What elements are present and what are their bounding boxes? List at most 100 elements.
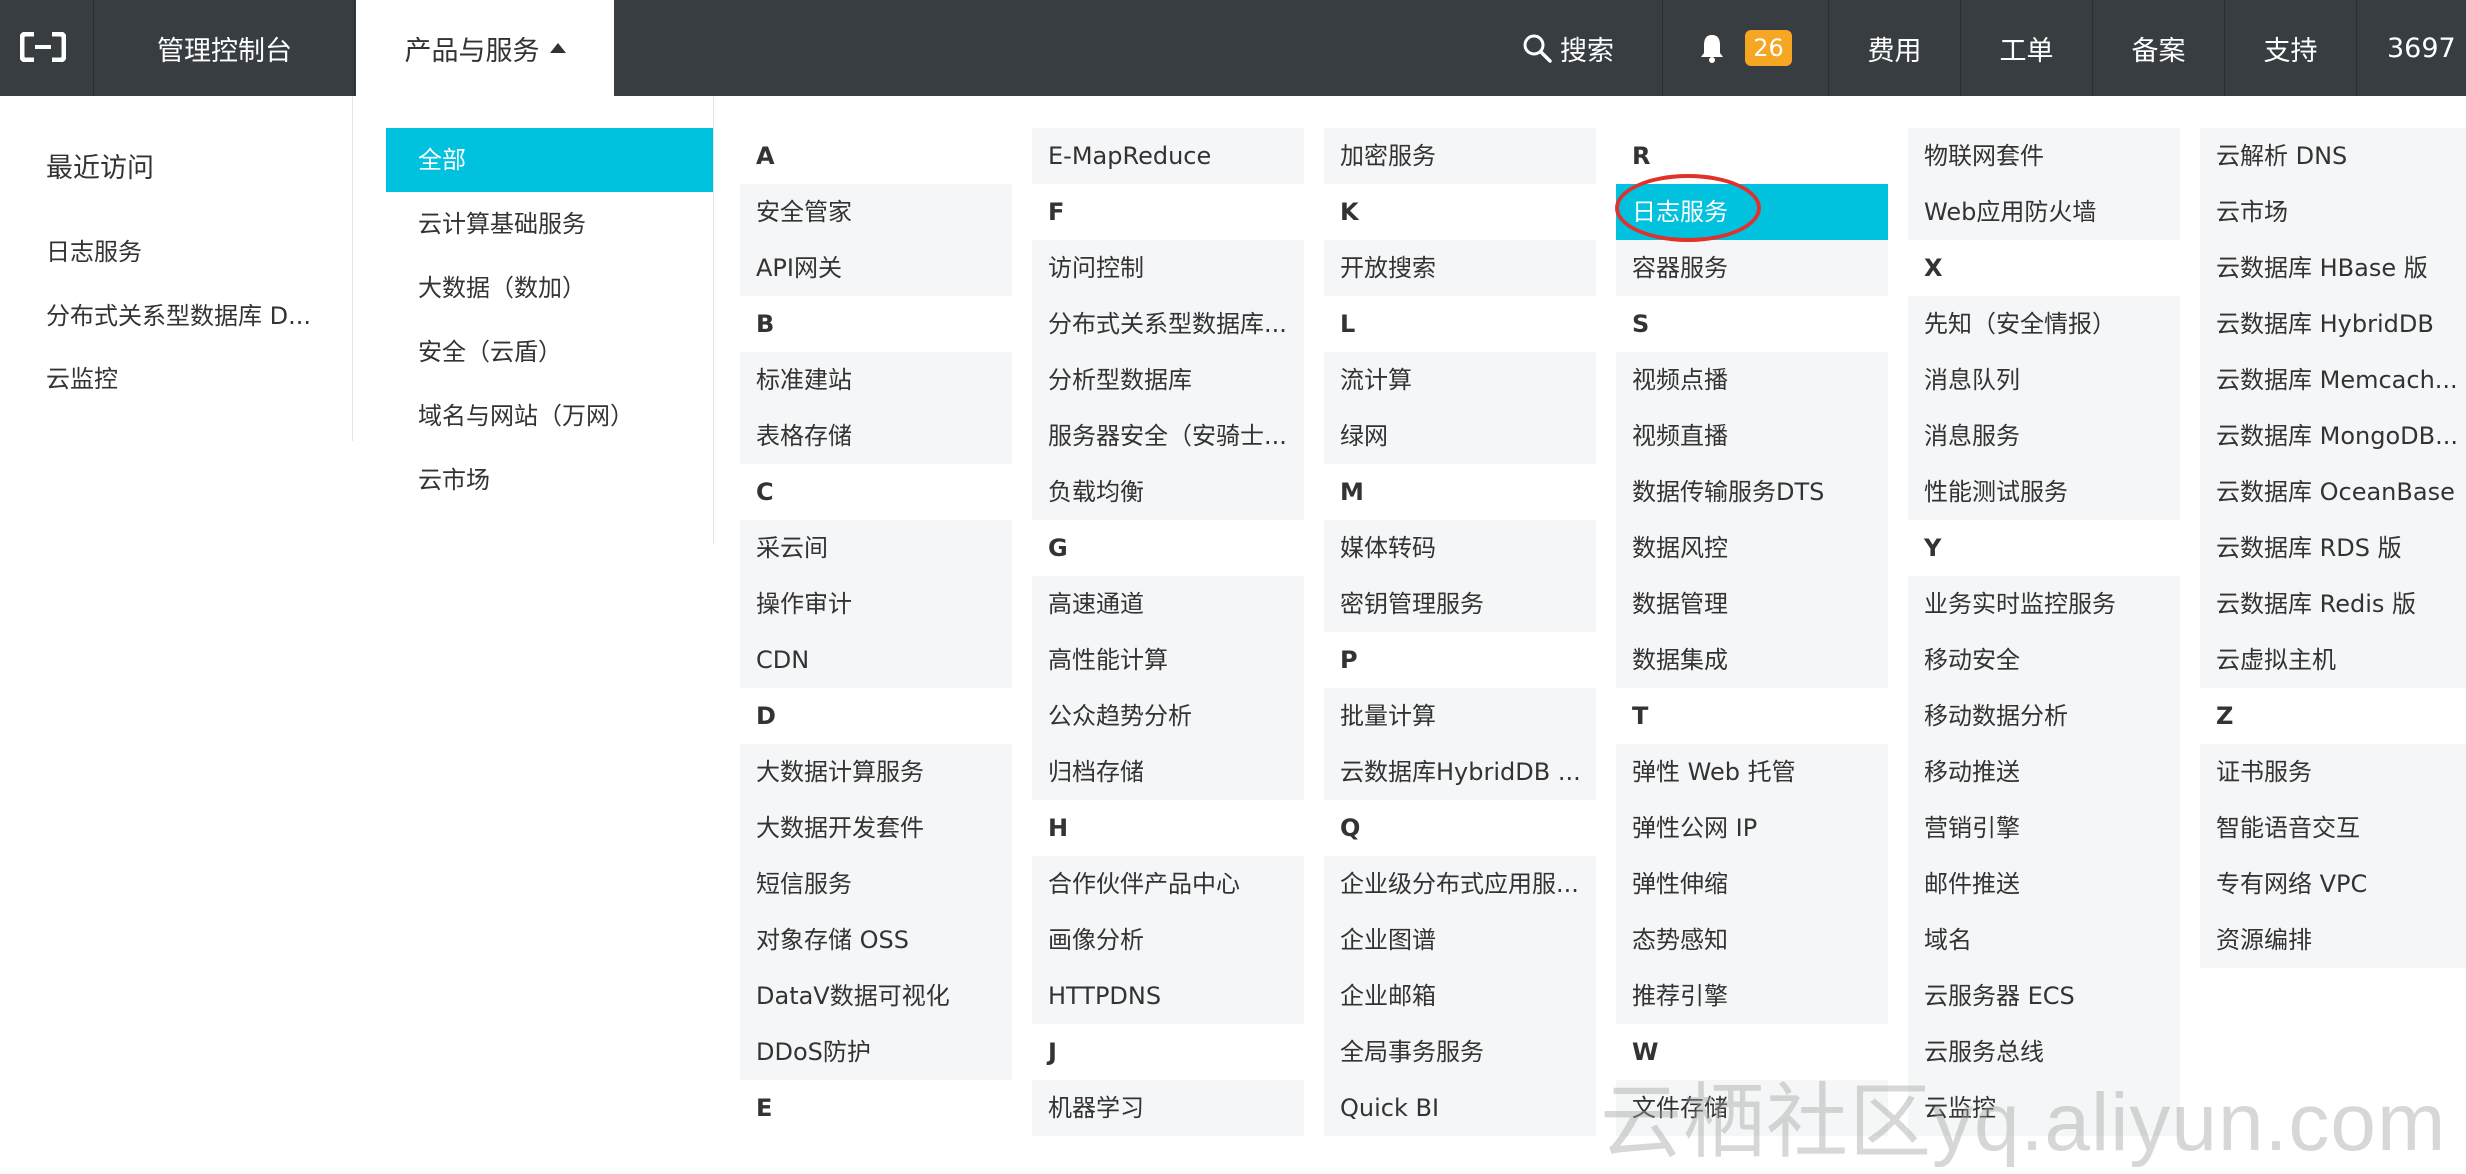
category-big-data[interactable]: 大数据（数加）: [386, 256, 713, 320]
product-item[interactable]: 证书服务: [2200, 744, 2466, 800]
product-item[interactable]: 密钥管理服务: [1324, 576, 1596, 632]
product-item[interactable]: 数据管理: [1616, 576, 1888, 632]
product-item[interactable]: 全局事务服务: [1324, 1024, 1596, 1080]
product-item[interactable]: DataV数据可视化: [740, 968, 1012, 1024]
search-button[interactable]: 搜索: [1500, 0, 1662, 96]
record-nav-item[interactable]: 备案: [2092, 0, 2224, 96]
support-nav-item[interactable]: 支持: [2224, 0, 2356, 96]
product-item[interactable]: DDoS防护: [740, 1024, 1012, 1080]
product-item[interactable]: 画像分析: [1032, 912, 1304, 968]
product-item[interactable]: 专有网络 VPC: [2200, 856, 2466, 912]
product-item[interactable]: 云数据库 HBase 版: [2200, 240, 2466, 296]
product-item[interactable]: 智能语音交互: [2200, 800, 2466, 856]
product-item[interactable]: 合作伙伴产品中心: [1032, 856, 1304, 912]
product-item[interactable]: 云市场: [2200, 184, 2466, 240]
product-item[interactable]: 企业级分布式应用服...: [1324, 856, 1596, 912]
product-item[interactable]: 归档存储: [1032, 744, 1304, 800]
product-item[interactable]: HTTPDNS: [1032, 968, 1304, 1024]
product-item[interactable]: 弹性伸缩: [1616, 856, 1888, 912]
product-item[interactable]: 大数据计算服务: [740, 744, 1012, 800]
product-item[interactable]: 服务器安全（安骑士...: [1032, 408, 1304, 464]
user-account-menu[interactable]: 3697: [2356, 0, 2466, 96]
ticket-nav-item[interactable]: 工单: [1960, 0, 2092, 96]
product-item[interactable]: 推荐引擎: [1616, 968, 1888, 1024]
product-item[interactable]: 访问控制: [1032, 240, 1304, 296]
product-item[interactable]: 云服务器 ECS: [1908, 968, 2180, 1024]
products-services-nav-item[interactable]: 产品与服务: [356, 0, 614, 96]
product-item[interactable]: 媒体转码: [1324, 520, 1596, 576]
product-item[interactable]: 云数据库HybridDB ...: [1324, 744, 1596, 800]
product-item[interactable]: 数据集成: [1616, 632, 1888, 688]
product-item[interactable]: 负载均衡: [1032, 464, 1304, 520]
product-item[interactable]: 机器学习: [1032, 1080, 1304, 1136]
product-item[interactable]: 消息队列: [1908, 352, 2180, 408]
product-item[interactable]: 云数据库 HybridDB: [2200, 296, 2466, 352]
product-item[interactable]: 资源编排: [2200, 912, 2466, 968]
product-item[interactable]: 短信服务: [740, 856, 1012, 912]
category-domain-website[interactable]: 域名与网站（万网）: [386, 384, 713, 448]
category-marketplace[interactable]: 云市场: [386, 448, 713, 512]
product-item[interactable]: 批量计算: [1324, 688, 1596, 744]
notifications-button[interactable]: 26: [1662, 0, 1828, 96]
product-item[interactable]: 容器服务: [1616, 240, 1888, 296]
product-item[interactable]: 移动数据分析: [1908, 688, 2180, 744]
console-nav-item[interactable]: 管理控制台: [95, 0, 355, 96]
product-item[interactable]: 弹性公网 IP: [1616, 800, 1888, 856]
product-item[interactable]: 采云间: [740, 520, 1012, 576]
product-item[interactable]: 高速通道: [1032, 576, 1304, 632]
product-item[interactable]: 云数据库 Redis 版: [2200, 576, 2466, 632]
product-item[interactable]: 移动安全: [1908, 632, 2180, 688]
product-item[interactable]: 性能测试服务: [1908, 464, 2180, 520]
recent-item-log-service[interactable]: 日志服务: [46, 232, 142, 267]
product-item[interactable]: 对象存储 OSS: [740, 912, 1012, 968]
recent-item-cloud-monitor[interactable]: 云监控: [46, 359, 118, 394]
product-item[interactable]: 域名: [1908, 912, 2180, 968]
product-item[interactable]: E-MapReduce: [1032, 128, 1304, 184]
product-item[interactable]: Quick BI: [1324, 1080, 1596, 1136]
product-item[interactable]: 流计算: [1324, 352, 1596, 408]
product-item[interactable]: 表格存储: [740, 408, 1012, 464]
product-item[interactable]: 加密服务: [1324, 128, 1596, 184]
product-item-highlighted[interactable]: 日志服务: [1616, 184, 1888, 240]
product-item[interactable]: 移动推送: [1908, 744, 2180, 800]
product-item[interactable]: 公众趋势分析: [1032, 688, 1304, 744]
product-item[interactable]: 企业图谱: [1324, 912, 1596, 968]
product-item[interactable]: 云解析 DNS: [2200, 128, 2466, 184]
category-cloud-computing[interactable]: 云计算基础服务: [386, 192, 713, 256]
product-item[interactable]: 分布式关系型数据库...: [1032, 296, 1304, 352]
product-item[interactable]: 高性能计算: [1032, 632, 1304, 688]
product-item[interactable]: 视频直播: [1616, 408, 1888, 464]
product-item[interactable]: 视频点播: [1616, 352, 1888, 408]
product-item[interactable]: 安全管家: [740, 184, 1012, 240]
fee-nav-item[interactable]: 费用: [1828, 0, 1960, 96]
recent-item-drds[interactable]: 分布式关系型数据库 D...: [46, 296, 311, 331]
product-item[interactable]: 云虚拟主机: [2200, 632, 2466, 688]
product-item[interactable]: 数据传输服务DTS: [1616, 464, 1888, 520]
product-item[interactable]: 云数据库 OceanBase: [2200, 464, 2466, 520]
product-item[interactable]: CDN: [740, 632, 1012, 688]
product-item[interactable]: 云数据库 MongoDB...: [2200, 408, 2466, 464]
logo[interactable]: [0, 0, 94, 96]
product-item[interactable]: 绿网: [1324, 408, 1596, 464]
product-item[interactable]: 开放搜索: [1324, 240, 1596, 296]
category-all[interactable]: 全部: [386, 128, 713, 192]
product-item[interactable]: 云数据库 Memcach...: [2200, 352, 2466, 408]
product-item[interactable]: 邮件推送: [1908, 856, 2180, 912]
product-item[interactable]: 标准建站: [740, 352, 1012, 408]
product-item[interactable]: 云数据库 RDS 版: [2200, 520, 2466, 576]
product-item[interactable]: 操作审计: [740, 576, 1012, 632]
product-item[interactable]: 消息服务: [1908, 408, 2180, 464]
product-item[interactable]: Web应用防火墙: [1908, 184, 2180, 240]
product-item[interactable]: 数据风控: [1616, 520, 1888, 576]
product-item[interactable]: 企业邮箱: [1324, 968, 1596, 1024]
product-item[interactable]: 弹性 Web 托管: [1616, 744, 1888, 800]
product-item[interactable]: 业务实时监控服务: [1908, 576, 2180, 632]
product-item[interactable]: 态势感知: [1616, 912, 1888, 968]
product-item[interactable]: 物联网套件: [1908, 128, 2180, 184]
product-item[interactable]: 营销引擎: [1908, 800, 2180, 856]
product-item[interactable]: 分析型数据库: [1032, 352, 1304, 408]
product-item[interactable]: API网关: [740, 240, 1012, 296]
category-security[interactable]: 安全（云盾）: [386, 320, 713, 384]
product-item[interactable]: 先知（安全情报）: [1908, 296, 2180, 352]
product-item[interactable]: 大数据开发套件: [740, 800, 1012, 856]
